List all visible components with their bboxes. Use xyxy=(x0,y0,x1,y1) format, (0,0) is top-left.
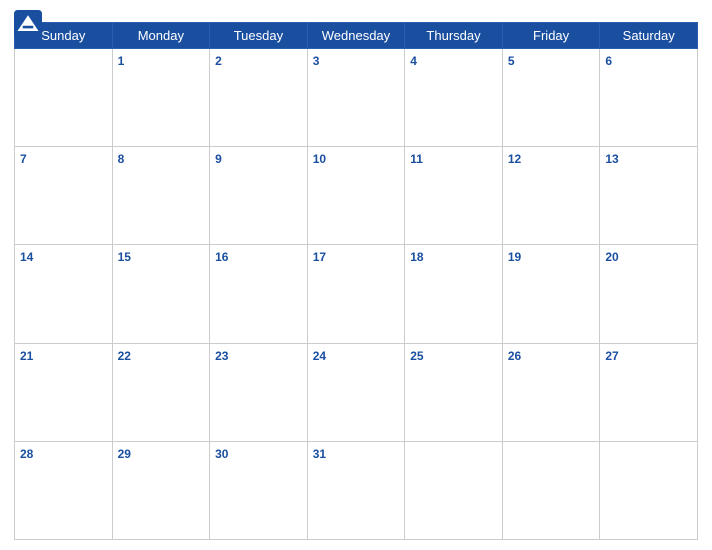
day-number: 22 xyxy=(118,349,131,363)
calendar-cell xyxy=(502,441,600,539)
day-number: 7 xyxy=(20,152,27,166)
day-header-wednesday: Wednesday xyxy=(307,23,405,49)
days-header-row: SundayMondayTuesdayWednesdayThursdayFrid… xyxy=(15,23,698,49)
calendar-cell: 8 xyxy=(112,147,210,245)
calendar-wrapper: SundayMondayTuesdayWednesdayThursdayFrid… xyxy=(0,0,712,550)
calendar-cell: 16 xyxy=(210,245,308,343)
calendar-cell: 17 xyxy=(307,245,405,343)
day-number: 27 xyxy=(605,349,618,363)
calendar-cell: 29 xyxy=(112,441,210,539)
calendar-cell: 10 xyxy=(307,147,405,245)
calendar-cell: 7 xyxy=(15,147,113,245)
day-header-monday: Monday xyxy=(112,23,210,49)
calendar-cell: 25 xyxy=(405,343,503,441)
day-number: 5 xyxy=(508,54,515,68)
calendar-cell: 5 xyxy=(502,49,600,147)
calendar-cell: 27 xyxy=(600,343,698,441)
calendar-cell: 24 xyxy=(307,343,405,441)
day-number: 25 xyxy=(410,349,423,363)
calendar-cell: 3 xyxy=(307,49,405,147)
calendar-cell: 31 xyxy=(307,441,405,539)
day-number: 6 xyxy=(605,54,612,68)
day-number: 18 xyxy=(410,250,423,264)
calendar-cell: 20 xyxy=(600,245,698,343)
calendar-cell: 18 xyxy=(405,245,503,343)
calendar-cell: 15 xyxy=(112,245,210,343)
calendar-cell: 6 xyxy=(600,49,698,147)
week-row-3: 14 15 16 17 18 19 20 xyxy=(15,245,698,343)
day-number: 19 xyxy=(508,250,521,264)
day-number: 20 xyxy=(605,250,618,264)
day-header-thursday: Thursday xyxy=(405,23,503,49)
day-number: 9 xyxy=(215,152,222,166)
calendar-cell: 26 xyxy=(502,343,600,441)
day-number: 12 xyxy=(508,152,521,166)
calendar-cell xyxy=(15,49,113,147)
day-number: 21 xyxy=(20,349,33,363)
calendar-cell: 21 xyxy=(15,343,113,441)
day-number: 2 xyxy=(215,54,222,68)
day-header-tuesday: Tuesday xyxy=(210,23,308,49)
day-number: 31 xyxy=(313,447,326,461)
week-row-2: 7 8 9 10 11 12 13 xyxy=(15,147,698,245)
day-number: 14 xyxy=(20,250,33,264)
day-number: 1 xyxy=(118,54,125,68)
day-header-saturday: Saturday xyxy=(600,23,698,49)
day-header-friday: Friday xyxy=(502,23,600,49)
calendar-cell: 22 xyxy=(112,343,210,441)
day-number: 13 xyxy=(605,152,618,166)
day-number: 23 xyxy=(215,349,228,363)
day-number: 4 xyxy=(410,54,417,68)
logo xyxy=(14,10,44,38)
day-number: 29 xyxy=(118,447,131,461)
week-row-1: 1 2 3 4 5 6 xyxy=(15,49,698,147)
week-row-5: 28 29 30 31 xyxy=(15,441,698,539)
calendar-cell xyxy=(600,441,698,539)
day-number: 26 xyxy=(508,349,521,363)
calendar-cell: 9 xyxy=(210,147,308,245)
day-number: 30 xyxy=(215,447,228,461)
calendar-cell: 23 xyxy=(210,343,308,441)
calendar-cell: 2 xyxy=(210,49,308,147)
calendar-cell: 13 xyxy=(600,147,698,245)
day-number: 10 xyxy=(313,152,326,166)
day-number: 17 xyxy=(313,250,326,264)
calendar-cell: 28 xyxy=(15,441,113,539)
day-number: 16 xyxy=(215,250,228,264)
calendar-cell: 4 xyxy=(405,49,503,147)
calendar-cell: 12 xyxy=(502,147,600,245)
calendar-cell: 30 xyxy=(210,441,308,539)
calendar-cell: 14 xyxy=(15,245,113,343)
day-number: 8 xyxy=(118,152,125,166)
day-number: 3 xyxy=(313,54,320,68)
calendar-table: SundayMondayTuesdayWednesdayThursdayFrid… xyxy=(14,22,698,540)
calendar-header xyxy=(14,10,698,18)
day-number: 15 xyxy=(118,250,131,264)
day-number: 28 xyxy=(20,447,33,461)
logo-icon xyxy=(14,10,42,38)
day-number: 11 xyxy=(410,152,423,166)
calendar-cell xyxy=(405,441,503,539)
week-row-4: 21 22 23 24 25 26 27 xyxy=(15,343,698,441)
calendar-cell: 11 xyxy=(405,147,503,245)
day-number: 24 xyxy=(313,349,326,363)
calendar-cell: 1 xyxy=(112,49,210,147)
calendar-cell: 19 xyxy=(502,245,600,343)
